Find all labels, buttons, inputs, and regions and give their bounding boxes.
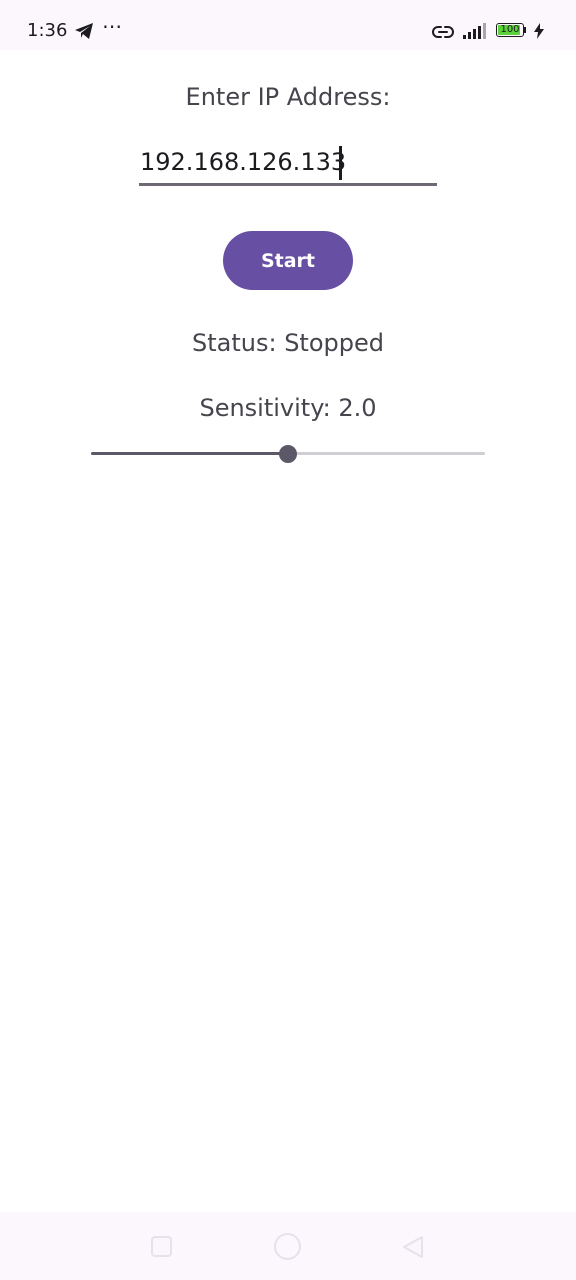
- ip-address-label: Enter IP Address:: [185, 83, 391, 111]
- navigation-bar: [0, 1212, 576, 1280]
- link-icon: [431, 23, 455, 45]
- battery-level: 100: [500, 24, 520, 35]
- text-cursor: [339, 146, 342, 180]
- ip-address-input[interactable]: [139, 140, 437, 186]
- signal-icon: [462, 22, 488, 44]
- sensitivity-label: Sensitivity: 2.0: [199, 394, 377, 422]
- charging-icon: [534, 23, 544, 43]
- battery-icon: 100: [496, 23, 528, 39]
- slider-thumb[interactable]: [279, 445, 297, 463]
- start-button[interactable]: Start: [223, 231, 353, 290]
- slider-track-active: [91, 452, 288, 455]
- status-bar: 1:36 ⋯ 100: [0, 0, 576, 50]
- status-text: Status: Stopped: [192, 329, 384, 357]
- home-circle-icon[interactable]: [274, 1233, 301, 1260]
- status-time: 1:36: [27, 20, 68, 41]
- more-dots-icon: ⋯: [102, 14, 123, 38]
- sensitivity-slider[interactable]: [91, 440, 485, 468]
- back-triangle-icon[interactable]: [402, 1235, 424, 1263]
- recents-square-icon[interactable]: [151, 1236, 172, 1257]
- telegram-icon: [74, 22, 94, 44]
